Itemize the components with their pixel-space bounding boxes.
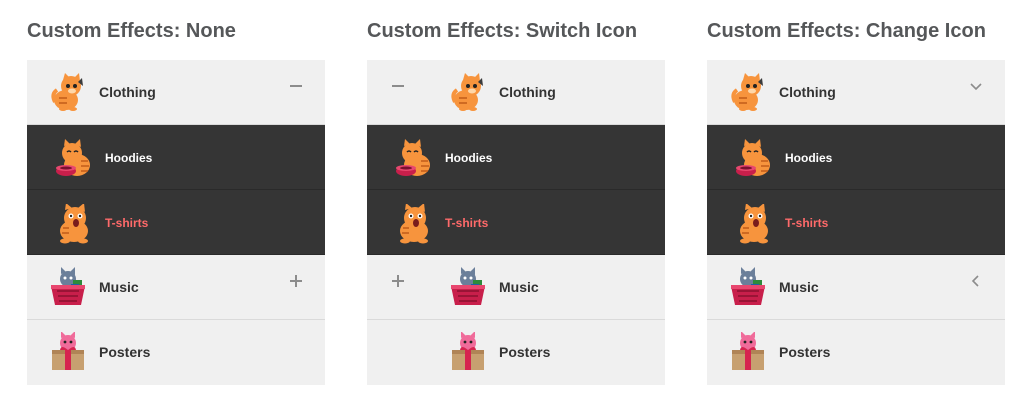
cat-gift-icon xyxy=(449,331,487,372)
submenu-item-label: Hoodies xyxy=(785,151,833,165)
cat-surprised-icon xyxy=(55,203,93,244)
submenu-item-t-shirts[interactable]: T-shirts xyxy=(707,190,1005,255)
submenu-item-label: T-shirts xyxy=(105,216,149,230)
cat-eating-icon xyxy=(55,139,93,179)
cat-sitting-icon xyxy=(449,72,487,112)
plus-icon[interactable] xyxy=(288,273,304,289)
cat-eating-icon xyxy=(735,139,773,179)
menu-item-music[interactable]: Music xyxy=(707,255,1005,320)
chevron-left-icon[interactable] xyxy=(968,273,984,289)
cat-eating-icon xyxy=(395,139,433,179)
menu-item-label: Posters xyxy=(99,344,151,360)
cat-basket-icon xyxy=(729,267,767,307)
menu-item-label: Clothing xyxy=(99,84,156,100)
submenu-item-t-shirts[interactable]: T-shirts xyxy=(367,190,665,255)
submenu-item-hoodies[interactable]: Hoodies xyxy=(367,125,665,190)
submenu-item-label: Hoodies xyxy=(445,151,493,165)
submenu-item-label: T-shirts xyxy=(445,216,489,230)
menu-item-label: Clothing xyxy=(499,84,556,100)
menu-item-posters[interactable]: Posters xyxy=(707,320,1005,385)
panel-title: Custom Effects: Switch Icon xyxy=(367,20,638,42)
menu-item-label: Posters xyxy=(499,344,551,360)
cat-basket-icon xyxy=(449,267,487,307)
submenu-item-hoodies[interactable]: Hoodies xyxy=(707,125,1005,190)
accordion-menu: Clothing Hoodies T-shirts Music Posters xyxy=(27,60,325,385)
menu-item-label: Music xyxy=(499,279,539,295)
plus-icon[interactable] xyxy=(390,273,406,289)
cat-sitting-icon xyxy=(49,72,87,112)
menu-item-music[interactable]: Music xyxy=(27,255,325,320)
menu-item-clothing[interactable]: Clothing xyxy=(27,60,325,125)
cat-sitting-icon xyxy=(729,72,767,112)
menu-item-label: Music xyxy=(99,279,139,295)
submenu-item-hoodies[interactable]: Hoodies xyxy=(27,125,325,190)
cat-surprised-icon xyxy=(395,203,433,244)
cat-basket-icon xyxy=(49,267,87,307)
menu-item-posters[interactable]: Posters xyxy=(367,320,665,385)
menu-item-music[interactable]: Music xyxy=(367,255,665,320)
submenu-item-t-shirts[interactable]: T-shirts xyxy=(27,190,325,255)
minus-icon[interactable] xyxy=(288,78,304,94)
menu-item-clothing[interactable]: Clothing xyxy=(707,60,1005,125)
accordion-menu: Clothing Hoodies T-shirts Music Posters xyxy=(367,60,665,385)
panel-title: Custom Effects: Change Icon xyxy=(707,20,986,42)
cat-gift-icon xyxy=(729,331,767,372)
submenu-item-label: Hoodies xyxy=(105,151,153,165)
menu-item-label: Clothing xyxy=(779,84,836,100)
cat-surprised-icon xyxy=(735,203,773,244)
submenu-item-label: T-shirts xyxy=(785,216,829,230)
menu-item-clothing[interactable]: Clothing xyxy=(367,60,665,125)
chevron-down-icon[interactable] xyxy=(968,78,984,94)
accordion-menu: Clothing Hoodies T-shirts Music Posters xyxy=(707,60,1005,385)
menu-item-posters[interactable]: Posters xyxy=(27,320,325,385)
panel-title: Custom Effects: None xyxy=(27,20,236,42)
menu-item-label: Posters xyxy=(779,344,831,360)
menu-item-label: Music xyxy=(779,279,819,295)
minus-icon[interactable] xyxy=(390,78,406,94)
cat-gift-icon xyxy=(49,331,87,372)
